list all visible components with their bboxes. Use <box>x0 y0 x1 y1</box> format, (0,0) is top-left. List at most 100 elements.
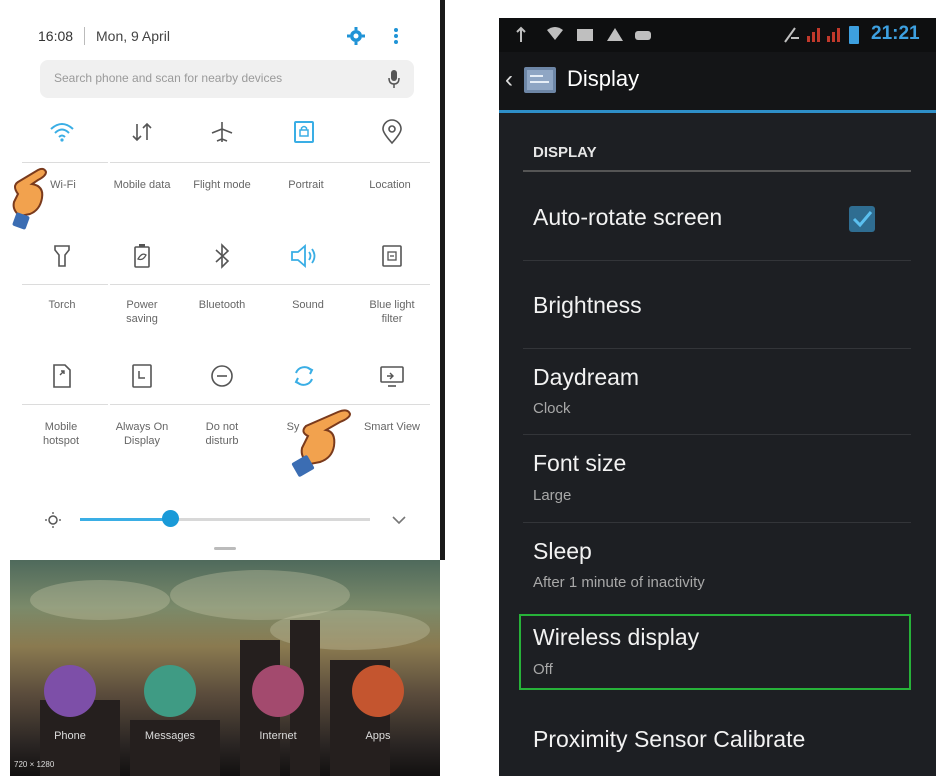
divider <box>523 348 911 349</box>
brightness-slider-fill <box>80 518 170 521</box>
divider <box>350 404 430 405</box>
tile-flight-mode[interactable] <box>187 116 257 148</box>
smart-view-icon <box>380 366 404 387</box>
drag-handle[interactable] <box>214 547 236 550</box>
divider <box>110 284 196 285</box>
status-bar: 21:21 <box>499 18 936 52</box>
divider <box>523 260 911 261</box>
back-button[interactable]: ‹ <box>505 66 513 94</box>
setting-title: Brightness <box>533 292 642 318</box>
tile-sound[interactable] <box>269 240 339 272</box>
display-settings-screen: 21:21 ‹ Display DISPLAY Auto-rotate scre… <box>499 18 936 776</box>
gear-icon[interactable] <box>346 26 366 46</box>
setting-subtitle: Clock <box>533 400 571 417</box>
setting-title: Wireless display <box>533 624 700 650</box>
tile-do-not-disturb[interactable] <box>187 360 257 392</box>
power-saving-icon <box>134 244 150 268</box>
portrait-lock-icon <box>294 121 314 143</box>
display-settings-icon <box>524 67 556 93</box>
divider <box>22 284 108 285</box>
mobile-data-icon <box>132 122 152 142</box>
tile-mobile-hotspot[interactable] <box>27 360 97 392</box>
setting-title: Sleep <box>533 538 592 564</box>
tile-bluetooth[interactable] <box>187 240 257 272</box>
setting-title: Daydream <box>533 364 640 390</box>
setting-subtitle: Large <box>533 487 572 504</box>
divider <box>190 404 276 405</box>
setting-title: Auto-rotate screen <box>533 204 723 230</box>
internet-app-icon[interactable] <box>252 665 304 717</box>
bluetooth-icon <box>215 243 230 269</box>
tile-label: Smart View <box>363 421 421 433</box>
brightness-icon <box>45 512 61 528</box>
section-divider <box>523 170 911 172</box>
chevron-down-icon[interactable] <box>390 511 408 529</box>
tile-label: Power saving <box>126 299 158 325</box>
tile-power-saving[interactable] <box>107 240 177 272</box>
tile-torch[interactable] <box>27 240 97 272</box>
pointing-hand-icon <box>291 409 352 477</box>
torch-icon <box>54 245 70 267</box>
tile-portrait[interactable] <box>269 116 339 148</box>
divider <box>523 434 911 435</box>
messages-app-icon[interactable] <box>144 665 196 717</box>
setting-subtitle: After 1 minute of inactivity <box>533 574 705 591</box>
divider <box>270 284 356 285</box>
setting-title: Font size <box>533 450 627 476</box>
sound-icon <box>291 244 316 268</box>
app-label: Messages <box>144 730 196 742</box>
hotspot-icon <box>53 364 71 388</box>
divider <box>110 162 196 163</box>
tile-location[interactable] <box>357 116 427 148</box>
tile-label: Mobile data <box>113 179 171 191</box>
divider <box>22 404 108 405</box>
divider <box>350 162 430 163</box>
location-icon <box>382 119 402 145</box>
app-label: Phone <box>54 730 86 742</box>
do-not-disturb-icon <box>211 365 233 387</box>
divider <box>110 404 196 405</box>
divider <box>350 284 430 285</box>
section-header: DISPLAY <box>533 144 597 161</box>
tile-wifi[interactable] <box>27 116 97 148</box>
pointing-hand-icon <box>12 167 48 230</box>
tile-label: Do not disturb <box>205 421 239 447</box>
tile-smart-view[interactable] <box>357 360 427 392</box>
tile-label: Location <box>369 179 411 191</box>
divider <box>190 162 276 163</box>
tile-label: Flight mode <box>193 179 251 191</box>
apps-icon[interactable] <box>352 665 404 717</box>
app-label: Internet <box>259 730 297 742</box>
tile-always-on-display[interactable] <box>107 360 177 392</box>
auto-rotate-checkbox[interactable] <box>849 206 875 232</box>
tile-blue-light-filter[interactable] <box>357 240 427 272</box>
divider <box>22 162 108 163</box>
tile-label: Portrait <box>288 179 324 191</box>
search-placeholder: Search phone and scan for nearby devices <box>54 71 283 85</box>
wifi-icon <box>50 123 74 142</box>
airplane-icon <box>211 122 233 142</box>
app-label: Apps <box>365 730 391 742</box>
microphone-icon[interactable] <box>386 68 402 90</box>
tile-label: Always On Display <box>115 421 169 447</box>
image-divider <box>440 0 445 560</box>
tile-mobile-data[interactable] <box>107 116 177 148</box>
phone-app-icon[interactable] <box>44 665 96 717</box>
setting-title: Proximity Sensor Calibrate <box>533 726 806 752</box>
status-separator <box>84 27 85 45</box>
tile-label: Mobile hotspot <box>42 421 80 447</box>
always-on-display-icon <box>132 364 152 388</box>
setting-subtitle: Off <box>533 661 553 678</box>
action-bar-underline <box>499 110 936 113</box>
action-bar <box>499 52 936 110</box>
checkmark-icon <box>852 211 873 228</box>
signal-battery-icons <box>784 26 859 44</box>
status-time: 21:21 <box>871 23 920 44</box>
brightness-slider-knob[interactable] <box>162 510 179 527</box>
tile-label: Sound <box>292 299 324 311</box>
blue-light-filter-icon <box>382 245 402 267</box>
tile-sync[interactable] <box>269 360 339 392</box>
status-date: Mon, 9 April <box>96 28 170 44</box>
divider <box>270 162 356 163</box>
more-options-icon[interactable] <box>386 26 406 46</box>
